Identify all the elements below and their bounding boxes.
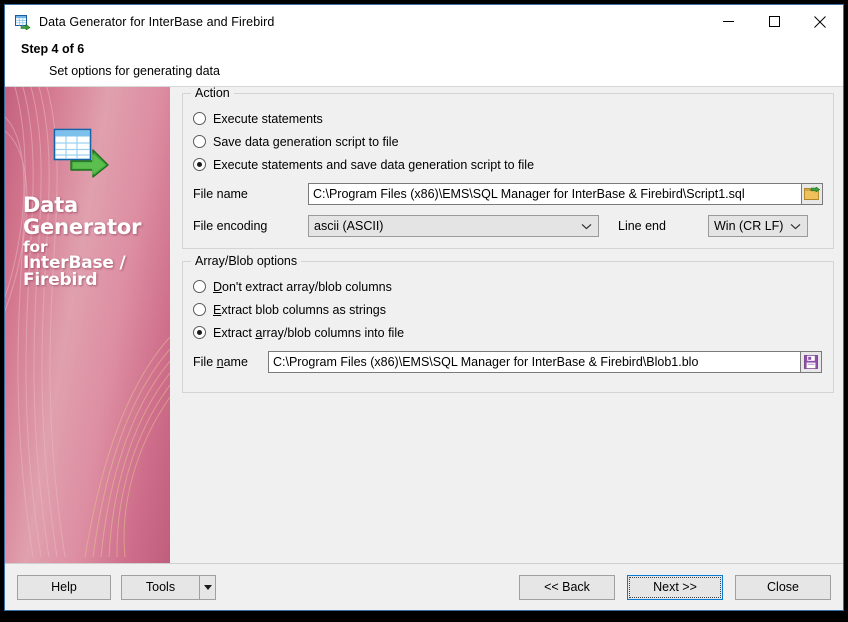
accelerator-letter: n [216,355,224,369]
dropdown-arrow-icon[interactable] [199,574,216,600]
step-subtitle: Set options for generating data [49,64,220,78]
window-controls [705,5,843,38]
action-group: Action Execute statements Save data gene… [182,87,834,249]
action-file-name-label: File name [193,187,248,201]
radio-label: Extract array/blob columns into file [213,326,404,340]
title-bar: Data Generator for InterBase and Firebir… [5,5,843,38]
action-encoding-row: File encoding ascii (ASCII) Line end Win… [193,213,823,239]
data-generator-logo [53,127,109,181]
application-window: Data Generator for InterBase and Firebir… [4,4,844,611]
help-button[interactable]: Help [17,574,111,600]
close-button[interactable]: Close [735,574,831,600]
radio-label-prefix: Extract [213,325,256,340]
line-end-label: Line end [618,219,666,233]
step-title: Step 4 of 6 [21,42,85,56]
blob-file-name-label-prefix: File [193,355,217,369]
blob-file-name-row: File name C:\Program Files (x86)\EMS\SQL… [193,349,823,375]
step-header: Step 4 of 6 Set options for generating d… [5,38,843,86]
line-end-select[interactable]: Win (CR LF) [708,215,808,237]
action-file-name-input[interactable]: C:\Program Files (x86)\EMS\SQL Manager f… [308,183,802,205]
folder-browse-icon[interactable] [801,183,823,205]
file-encoding-label: File encoding [193,219,268,233]
footer-bar: Help Tools << Back Next >> Close [5,563,843,610]
radio-label: Execute statements and save data generat… [213,157,535,172]
radio-label-text: rray/blob columns into file [262,325,405,340]
close-icon[interactable] [797,5,843,38]
radio-icon[interactable] [193,303,206,316]
radio-execute-statements[interactable]: Execute statements [193,108,823,129]
save-blob-icon[interactable] [800,351,822,373]
radio-label-text: xtract blob columns as strings [221,302,386,317]
array-blob-group-title: Array/Blob options [191,254,302,268]
radio-icon[interactable] [193,112,206,125]
radio-icon-selected[interactable] [193,158,206,171]
radio-icon-selected[interactable] [193,326,206,339]
radio-label-text: on't extract array/blob columns [222,279,392,294]
banner-line-5: Firebird [23,270,98,291]
tools-split-button[interactable]: Tools [121,574,216,600]
radio-icon[interactable] [193,135,206,148]
radio-execute-and-save-script[interactable]: Execute statements and save data generat… [193,154,823,175]
action-file-name-row: File name C:\Program Files (x86)\EMS\SQL… [193,181,823,207]
dialog-body: Data Generator for InterBase / Firebird … [5,86,843,563]
radio-icon[interactable] [193,280,206,293]
line-end-value: Win (CR LF) [714,219,784,233]
radio-label: Save data generation script to file [213,134,399,149]
window-title: Data Generator for InterBase and Firebir… [39,14,275,29]
radio-label: Extract blob columns as strings [213,303,386,317]
accelerator-letter: D [213,279,223,294]
banner-line-2: Generator [23,214,142,239]
radio-save-script-to-file[interactable]: Save data generation script to file [193,131,823,152]
radio-label: Execute statements [213,111,323,126]
radio-label: Don't extract array/blob columns [213,280,392,294]
chevron-down-icon [581,216,592,236]
file-encoding-value: ascii (ASCII) [314,219,384,233]
blob-file-name-label-suffix: ame [223,355,248,369]
file-encoding-select[interactable]: ascii (ASCII) [308,215,599,237]
action-group-title: Action [191,87,234,100]
maximize-icon[interactable] [751,5,797,38]
radio-extract-into-file[interactable]: Extract array/blob columns into file [193,322,823,343]
banner-content: Data Generator for InterBase / Firebird [23,127,163,290]
blob-file-name-input[interactable]: C:\Program Files (x86)\EMS\SQL Manager f… [268,351,801,373]
product-banner: Data Generator for InterBase / Firebird [5,87,170,563]
chevron-down-icon [790,216,801,236]
next-button[interactable]: Next >> [627,574,723,600]
banner-line-1: Data [23,193,79,217]
back-button[interactable]: << Back [519,574,615,600]
radio-dont-extract[interactable]: Don't extract array/blob columns [193,276,823,297]
minimize-icon[interactable] [705,5,751,38]
tools-button[interactable]: Tools [121,574,199,600]
options-pane: Action Execute statements Save data gene… [170,87,843,563]
blob-file-name-label: File name [193,355,268,369]
radio-extract-blob-as-strings[interactable]: Extract blob columns as strings [193,299,823,320]
array-blob-group: Array/Blob options Don't extract array/b… [182,254,834,393]
data-generator-icon [15,14,31,31]
